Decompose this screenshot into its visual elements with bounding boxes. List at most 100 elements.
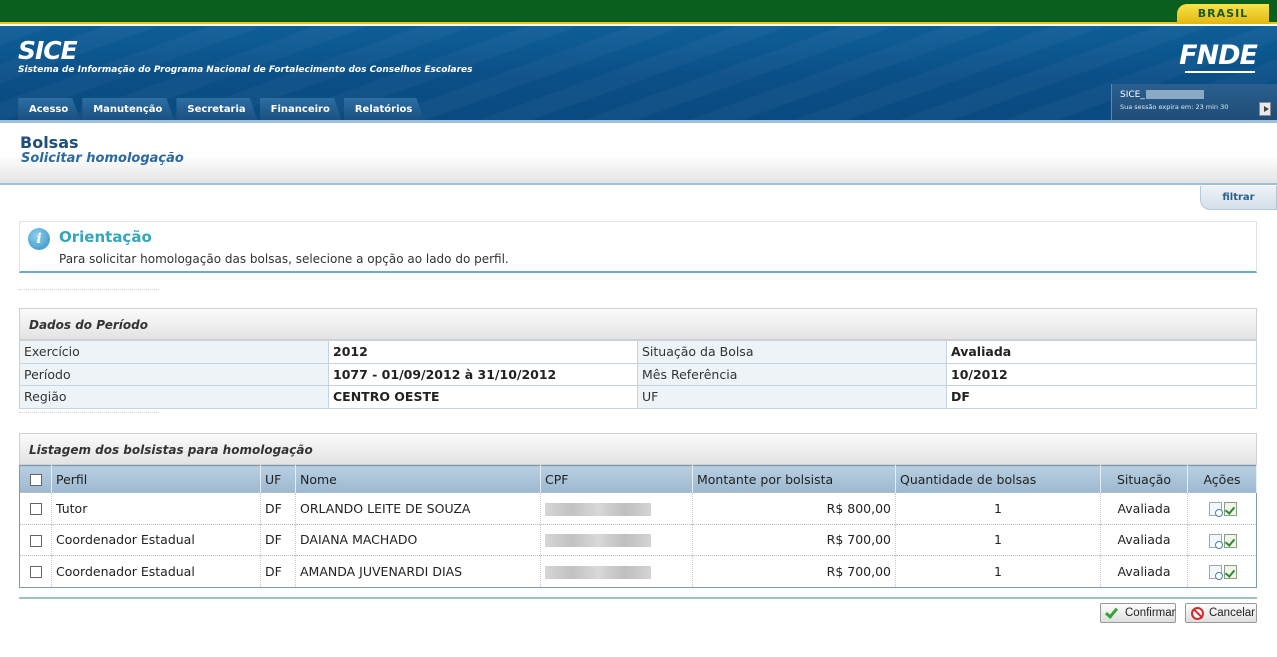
col-perfil: Perfil	[51, 465, 261, 493]
menu-tab-secretaria[interactable]: Secretaria	[176, 98, 257, 121]
periodo-value: Avaliada	[946, 340, 1257, 364]
main-menu: Acesso Manutenção Secretaria Financeiro …	[18, 98, 426, 121]
cell-montante: R$ 800,00	[692, 492, 896, 524]
menu-tab-acesso[interactable]: Acesso	[18, 98, 80, 121]
cancel-icon	[1191, 607, 1204, 620]
col-uf: UF	[260, 465, 296, 493]
table-row: Coordenador Estadual DF DAIANA MACHADO R…	[19, 523, 1257, 556]
divider	[19, 412, 159, 413]
cell-quantidade: 1	[895, 555, 1101, 587]
col-situacao: Situação	[1100, 465, 1188, 493]
cell-montante: R$ 700,00	[692, 555, 896, 587]
fnde-logo: FNDE	[1179, 40, 1258, 71]
periodo-label: UF	[637, 385, 947, 409]
view-document-icon[interactable]	[1209, 565, 1223, 580]
cell-perfil: Tutor	[51, 492, 261, 524]
cell-acoes	[1187, 523, 1257, 556]
confirm-label: Confirmar	[1125, 607, 1176, 619]
listagem-heading: Listagem dos bolsistas para homologação	[19, 433, 1257, 465]
periodo-row: Exercício 2012 Situação da Bolsa Avaliad…	[19, 340, 1257, 364]
info-icon: i	[28, 228, 50, 250]
periodo-value: 2012	[328, 340, 638, 364]
col-nome: Nome	[295, 465, 541, 493]
periodo-value: 1077 - 01/09/2012 à 31/10/2012	[328, 362, 638, 386]
row-select-cell	[19, 523, 52, 556]
periodo-label: Exercício	[19, 340, 329, 364]
orientation-title: Orientação	[59, 228, 152, 246]
col-acoes: Ações	[1187, 465, 1257, 493]
cell-uf: DF	[260, 492, 296, 524]
periodo-heading: Dados do Período	[19, 308, 1257, 340]
cell-cpf	[540, 555, 693, 587]
menu-tab-manutencao[interactable]: Manutenção	[82, 98, 174, 121]
cell-nome: AMANDA JUVENARDI DIAS	[295, 555, 541, 587]
periodo-value: CENTRO OESTE	[328, 385, 638, 409]
cpf-redacted	[545, 565, 651, 579]
page-subtitle: Solicitar homologação	[21, 151, 184, 166]
periodo-label: Período	[19, 362, 329, 386]
cell-nome: DAIANA MACHADO	[295, 523, 541, 556]
row-checkbox[interactable]	[29, 534, 42, 547]
page-title-bar: Bolsas Solicitar homologação	[0, 123, 1277, 185]
cell-uf: DF	[260, 555, 296, 587]
page-title: Bolsas	[20, 133, 79, 152]
cell-situacao: Avaliada	[1100, 492, 1188, 524]
table-row: Coordenador Estadual DF AMANDA JUVENARDI…	[19, 555, 1257, 587]
approve-document-icon[interactable]	[1224, 533, 1237, 548]
footer-divider	[19, 597, 1257, 599]
orientation-box: i Orientação Para solicitar homologação …	[19, 221, 1257, 273]
row-checkbox[interactable]	[29, 566, 42, 579]
col-montante: Montante por bolsista	[692, 465, 896, 493]
logout-icon[interactable]	[1259, 102, 1271, 116]
approve-document-icon[interactable]	[1224, 502, 1237, 516]
menu-tab-relatorios[interactable]: Relatórios	[344, 98, 425, 121]
cell-acoes	[1187, 492, 1257, 524]
col-quantidade: Quantidade de bolsas	[895, 465, 1101, 493]
orientation-text: Para solicitar homologação das bolsas, s…	[59, 252, 509, 266]
cell-perfil: Coordenador Estadual	[51, 555, 261, 587]
session-user-redacted	[1145, 90, 1204, 99]
row-select-cell	[19, 555, 52, 587]
cancel-button[interactable]: Cancelar	[1185, 603, 1257, 623]
view-document-icon[interactable]	[1209, 502, 1223, 517]
session-expire-text: Sua sessão expira em: 23 min 30	[1120, 103, 1229, 111]
cpf-redacted	[545, 502, 651, 516]
view-document-icon[interactable]	[1209, 533, 1223, 549]
periodo-value: DF	[946, 385, 1257, 409]
app-title: SICE	[18, 36, 78, 65]
col-cpf: CPF	[540, 465, 693, 493]
row-checkbox[interactable]	[29, 503, 42, 516]
cell-montante: R$ 700,00	[692, 523, 896, 556]
cell-perfil: Coordenador Estadual	[51, 523, 261, 556]
filter-tab[interactable]: filtrar	[1200, 186, 1277, 210]
periodo-label: Região	[19, 385, 329, 409]
cell-quantidade: 1	[895, 523, 1101, 556]
header-banner: SICE Sistema de Informação do Programa N…	[0, 26, 1277, 121]
select-all-checkbox[interactable]	[29, 474, 42, 486]
table-row: Tutor DF ORLANDO LEITE DE SOUZA R$ 800,0…	[19, 492, 1257, 524]
cell-quantidade: 1	[895, 492, 1101, 524]
cell-situacao: Avaliada	[1100, 523, 1188, 556]
periodo-row: Período 1077 - 01/09/2012 à 31/10/2012 M…	[19, 362, 1257, 386]
divider	[19, 289, 159, 290]
row-select-cell	[19, 492, 52, 524]
session-panel: SICE_ Sua sessão expira em: 23 min 30	[1111, 84, 1277, 121]
app-subtitle: Sistema de Informação do Programa Nacion…	[18, 65, 473, 75]
gov-bar: BRASIL	[0, 0, 1277, 24]
cancel-label: Cancelar	[1208, 607, 1256, 619]
cell-situacao: Avaliada	[1100, 555, 1188, 587]
cell-uf: DF	[260, 523, 296, 556]
brasil-badge[interactable]: BRASIL	[1177, 4, 1269, 24]
periodo-value: 10/2012	[946, 362, 1257, 386]
cell-cpf	[540, 492, 693, 524]
cell-cpf	[540, 523, 693, 556]
cpf-redacted	[545, 534, 651, 548]
menu-tab-financeiro[interactable]: Financeiro	[260, 98, 342, 121]
confirm-button[interactable]: Confirmar	[1100, 603, 1176, 623]
periodo-table: Exercício 2012 Situação da Bolsa Avaliad…	[19, 340, 1257, 409]
table-header-row: Perfil UF Nome CPF Montante por bolsista…	[19, 465, 1257, 493]
checkmark-icon	[1104, 605, 1119, 619]
fnde-logo-underline	[1185, 71, 1255, 73]
select-all-cell	[19, 465, 52, 493]
approve-document-icon[interactable]	[1224, 565, 1237, 579]
